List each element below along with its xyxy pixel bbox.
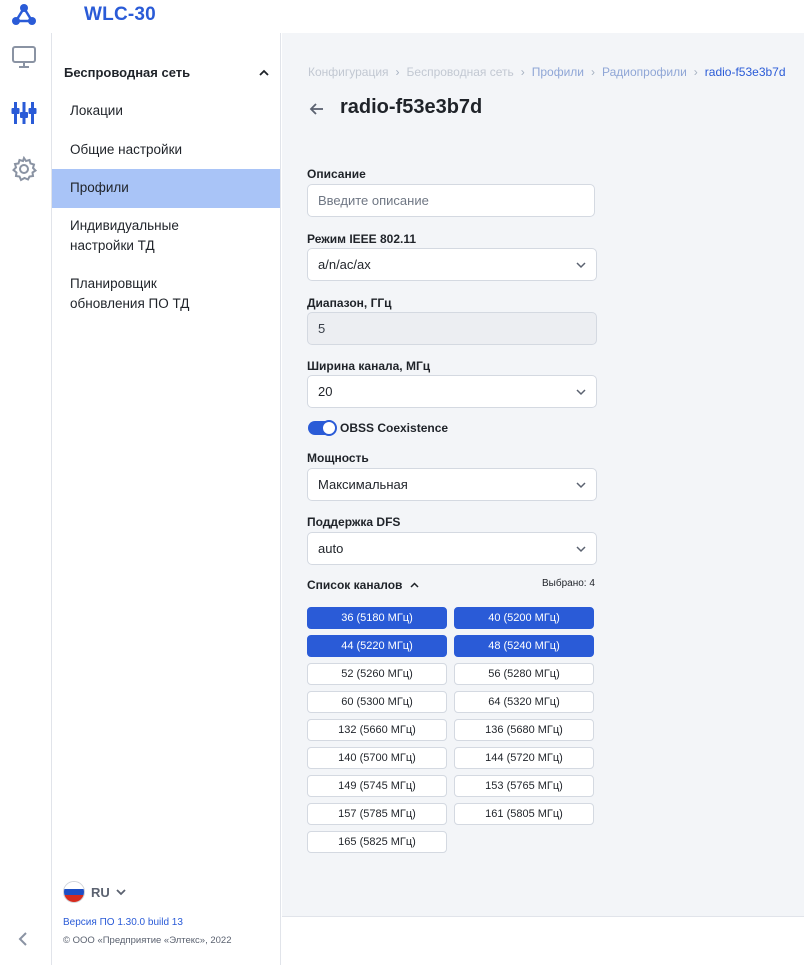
obss-label: OBSS Coexistence bbox=[340, 421, 449, 435]
icon-rail bbox=[0, 33, 52, 965]
dfs-label: Поддержка DFS bbox=[307, 515, 401, 529]
breadcrumb-item[interactable]: Профили bbox=[532, 65, 584, 79]
chevron-down-icon bbox=[576, 262, 586, 269]
channel-button[interactable]: 64 (5320 МГц) bbox=[454, 691, 594, 713]
sidebar-item-label: Общие настройки bbox=[70, 142, 183, 157]
main-content: Конфигурация › Беспроводная сеть › Профи… bbox=[282, 33, 804, 916]
sidebar-section-title: Беспроводная сеть bbox=[64, 65, 191, 80]
channel-button[interactable]: 153 (5765 МГц) bbox=[454, 775, 594, 797]
chevron-up-icon bbox=[259, 69, 269, 76]
power-select[interactable]: Максимальная bbox=[307, 468, 597, 501]
channel-button[interactable]: 56 (5280 МГц) bbox=[454, 663, 594, 685]
sidebar-item-firmware-scheduler[interactable]: Планировщик обновления ПО ТД bbox=[52, 274, 202, 314]
channel-button[interactable]: 52 (5260 МГц) bbox=[307, 663, 447, 685]
band-label: Диапазон, ГГц bbox=[307, 296, 392, 310]
breadcrumb-separator-icon: › bbox=[591, 65, 595, 79]
channel-width-value: 20 bbox=[318, 384, 333, 399]
channel-button[interactable]: 60 (5300 МГц) bbox=[307, 691, 447, 713]
monitor-icon[interactable] bbox=[10, 43, 38, 71]
selected-count: Выбрано: 4 bbox=[542, 578, 595, 589]
language-label: RU bbox=[91, 884, 110, 900]
footer-strip bbox=[282, 916, 804, 965]
breadcrumb: Конфигурация › Беспроводная сеть › Профи… bbox=[308, 65, 786, 79]
sidebar-item-label: Индивидуальные настройки ТД bbox=[70, 218, 179, 253]
channel-width-select[interactable]: 20 bbox=[307, 375, 597, 408]
ru-flag-icon bbox=[63, 881, 85, 903]
channel-button[interactable]: 140 (5700 МГц) bbox=[307, 747, 447, 769]
channel-list-label: Список каналов bbox=[307, 578, 403, 592]
ieee-mode-value: a/n/ac/ax bbox=[318, 257, 371, 272]
chevron-up-icon bbox=[410, 582, 419, 588]
sidebar-item-profiles[interactable]: Профили bbox=[52, 169, 280, 208]
sidebar-item-label: Профили bbox=[70, 180, 129, 195]
sidebar-item-label: Локации bbox=[70, 103, 123, 118]
sidebar-item-individual-settings[interactable]: Индивидуальные настройки ТД bbox=[52, 216, 192, 256]
channel-button[interactable]: 132 (5660 МГц) bbox=[307, 719, 447, 741]
breadcrumb-item[interactable]: Конфигурация bbox=[308, 65, 389, 79]
band-field: 5 bbox=[307, 312, 597, 345]
channel-button[interactable]: 40 (5200 МГц) bbox=[454, 607, 594, 629]
channel-button[interactable]: 144 (5720 МГц) bbox=[454, 747, 594, 769]
top-bar: WLC-30 bbox=[0, 0, 804, 33]
equalizer-icon[interactable] bbox=[10, 99, 38, 127]
ieee-mode-label: Режим IEEE 802.11 bbox=[307, 232, 417, 246]
chevron-down-icon bbox=[576, 546, 586, 553]
channel-button[interactable]: 36 (5180 МГц) bbox=[307, 607, 447, 629]
toggle-switch[interactable] bbox=[308, 420, 337, 436]
gear-icon[interactable] bbox=[10, 155, 38, 183]
channel-button[interactable]: 161 (5805 МГц) bbox=[454, 803, 594, 825]
chevron-down-icon bbox=[576, 482, 586, 489]
sidebar-section-toggle[interactable]: Беспроводная сеть bbox=[64, 65, 270, 80]
page-title: radio-f53e3b7d bbox=[340, 96, 483, 118]
back-arrow-icon[interactable] bbox=[307, 99, 327, 119]
sidebar-item-general-settings[interactable]: Общие настройки bbox=[52, 140, 280, 160]
channel-button[interactable]: 157 (5785 МГц) bbox=[307, 803, 447, 825]
obss-toggle[interactable]: OBSS Coexistence bbox=[308, 420, 449, 436]
channel-list-toggle[interactable]: Список каналов bbox=[307, 578, 419, 592]
description-label: Описание bbox=[307, 167, 366, 181]
firmware-version-link[interactable]: Версия ПО 1.30.0 build 13 bbox=[63, 917, 183, 928]
ieee-mode-select[interactable]: a/n/ac/ax bbox=[307, 248, 597, 281]
chevron-left-icon[interactable] bbox=[14, 929, 32, 949]
breadcrumb-separator-icon: › bbox=[395, 65, 400, 79]
channel-width-label: Ширина канала, МГц bbox=[307, 359, 431, 373]
breadcrumb-current: radio-f53e3b7d bbox=[704, 65, 786, 79]
dfs-value: auto bbox=[318, 541, 344, 556]
sidebar-item-label: Планировщик обновления ПО ТД bbox=[70, 276, 190, 311]
description-input[interactable]: Введите описание bbox=[307, 184, 595, 217]
channel-button[interactable]: 149 (5745 МГц) bbox=[307, 775, 447, 797]
channel-button[interactable]: 48 (5240 МГц) bbox=[454, 635, 594, 657]
dfs-select[interactable]: auto bbox=[307, 532, 597, 565]
chevron-down-icon bbox=[116, 889, 126, 896]
channel-button[interactable]: 44 (5220 МГц) bbox=[307, 635, 447, 657]
language-selector[interactable]: RU bbox=[63, 881, 126, 903]
breadcrumb-separator-icon: › bbox=[693, 65, 698, 79]
logo-icon[interactable] bbox=[10, 2, 38, 28]
breadcrumb-separator-icon: › bbox=[520, 65, 525, 79]
power-label: Мощность bbox=[307, 451, 369, 465]
breadcrumb-item[interactable]: Радиопрофили bbox=[602, 65, 687, 79]
power-value: Максимальная bbox=[318, 477, 408, 492]
breadcrumb-item[interactable]: Беспроводная сеть bbox=[407, 65, 514, 79]
app-title: WLC-30 bbox=[84, 4, 156, 25]
channel-button[interactable]: 136 (5680 МГц) bbox=[454, 719, 594, 741]
copyright-text: © ООО «Предприятие «Элтекс», 2022 bbox=[63, 935, 232, 946]
sidebar-item-locations[interactable]: Локации bbox=[52, 101, 280, 121]
chevron-down-icon bbox=[576, 389, 586, 396]
channel-button[interactable]: 165 (5825 МГц) bbox=[307, 831, 447, 853]
sidebar: Беспроводная сеть Локации Общие настройк… bbox=[52, 33, 281, 965]
